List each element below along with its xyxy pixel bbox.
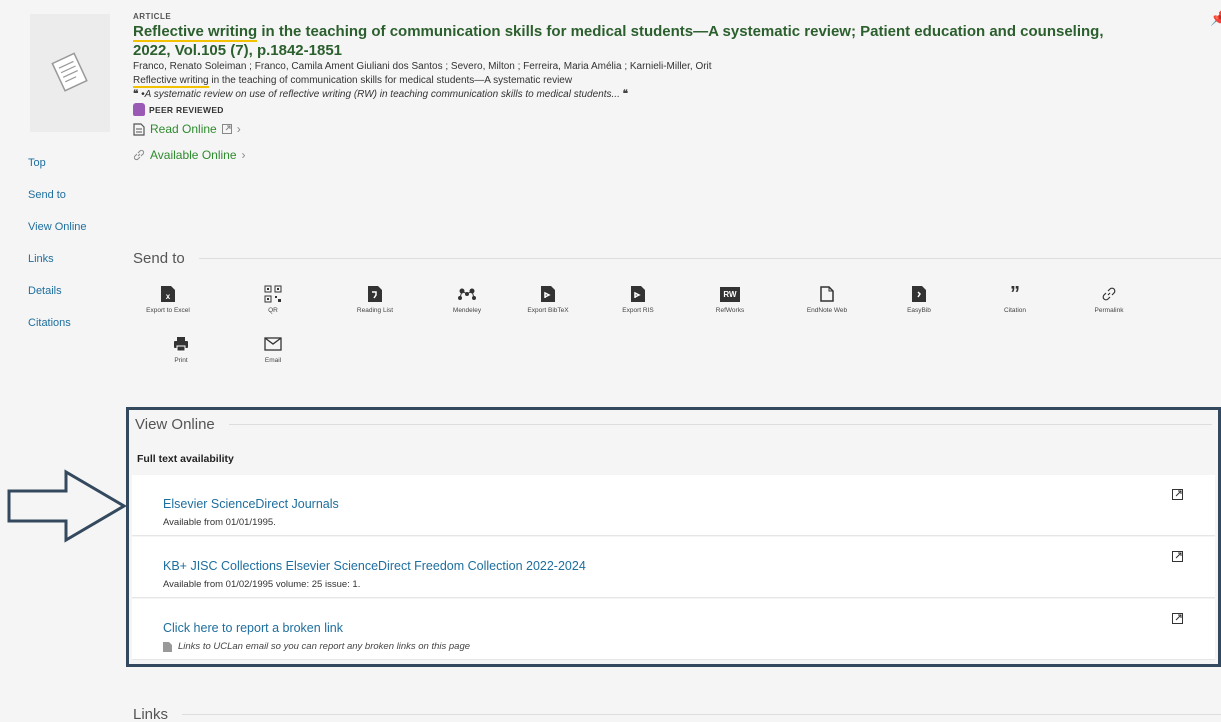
quote-open-icon: ❝ [133,89,139,100]
view-online-heading: View Online [135,416,1212,433]
record-snippet: ❝ •A systematic review on use of reflect… [133,89,629,100]
external-link-icon[interactable] [1172,551,1183,562]
qr-button[interactable]: QR [243,284,303,314]
mendeley-button[interactable]: Mendeley [437,284,497,314]
full-text-availability-label: Full text availability [137,453,234,465]
export-ris-button[interactable]: Export RIS [608,284,668,314]
reading-list-button[interactable]: Reading List [345,284,405,314]
external-link-icon[interactable] [1172,613,1183,624]
record-details: ARTICLE Reflective writing in the teachi… [133,12,1193,162]
email-button[interactable]: Email [243,334,303,364]
svg-text:x: x [166,292,171,301]
print-button[interactable]: Print [151,334,211,364]
side-nav-view-online[interactable]: View Online [28,220,87,252]
peer-reviewed-icon [133,103,145,116]
available-online-link[interactable]: Available Online › [133,148,1193,162]
external-link-icon[interactable] [1172,489,1183,500]
pin-icon[interactable]: 📌 [1210,10,1221,27]
bibtex-icon [541,286,555,302]
refworks-button[interactable]: RW RefWorks [700,284,760,314]
divider [228,424,1212,425]
service-link[interactable]: Click here to report a broken link [163,621,343,635]
service-row[interactable]: Click here to report a broken link Links… [132,599,1215,660]
service-coverage: Available from 01/01/1995. [163,517,276,528]
link-icon [133,149,145,161]
print-icon [174,337,188,352]
excel-icon: x [161,286,175,302]
endnote-icon [820,286,834,302]
service-coverage: Available from 01/02/1995 volume: 25 iss… [163,579,361,590]
view-online-section: View Online Full text availability Elsev… [126,407,1221,667]
easybib-icon [912,286,926,302]
service-row[interactable]: Elsevier ScienceDirect Journals Availabl… [132,475,1215,536]
side-nav-links[interactable]: Links [28,252,87,284]
email-icon [264,337,282,351]
ris-icon [631,286,645,302]
send-to-heading: Send to [133,250,1221,267]
divider [182,714,1221,715]
side-nav-send-to[interactable]: Send to [28,188,87,220]
qr-icon [264,285,282,303]
easybib-button[interactable]: EasyBib [889,284,949,314]
permalink-button[interactable]: Permalink [1079,284,1139,314]
record-subtitle: Reflective writing in the teaching of co… [133,75,573,88]
quote-close-icon: ❝ [622,89,629,100]
external-link-icon [221,124,232,134]
export-bibtex-button[interactable]: Export BibTeX [518,284,578,314]
refworks-icon: RW [720,286,740,302]
chevron-right-icon: › [236,122,241,136]
side-nav-details[interactable]: Details [28,284,87,316]
record-title[interactable]: Reflective writing in the teaching of co… [133,22,1193,60]
links-heading: Links [133,706,1221,722]
mendeley-icon [458,288,476,300]
peer-reviewed-badge: PEER REVIEWED [133,103,1193,116]
read-online-link[interactable]: Read Online › [133,122,1193,136]
file-icon [163,641,172,652]
side-nav-citations[interactable]: Citations [28,316,87,348]
citation-button[interactable]: ” Citation [985,284,1045,314]
permalink-icon [1102,287,1116,301]
citation-icon: ” [1010,283,1020,305]
record-type: ARTICLE [133,12,172,21]
chevron-right-icon: › [241,148,246,162]
side-nav: Top Send to View Online Links Details Ci… [28,156,87,348]
record-authors: Franco, Renato Soleiman ; Franco, Camila… [133,61,712,72]
divider [198,258,1221,259]
pdf-file-icon [133,122,145,136]
service-row[interactable]: KB+ JISC Collections Elsevier ScienceDir… [132,537,1215,598]
arrow-annotation-icon [7,469,127,543]
reading-list-icon [368,286,382,302]
export-excel-button[interactable]: x Export to Excel [138,284,198,314]
service-link[interactable]: Elsevier ScienceDirect Journals [163,497,339,511]
service-link[interactable]: KB+ JISC Collections Elsevier ScienceDir… [163,559,586,573]
endnote-web-button[interactable]: EndNote Web [797,284,857,314]
side-nav-top[interactable]: Top [28,156,87,188]
service-note: Links to UCLan email so you can report a… [163,641,470,652]
record-thumbnail [30,14,110,132]
document-icon [51,52,88,92]
